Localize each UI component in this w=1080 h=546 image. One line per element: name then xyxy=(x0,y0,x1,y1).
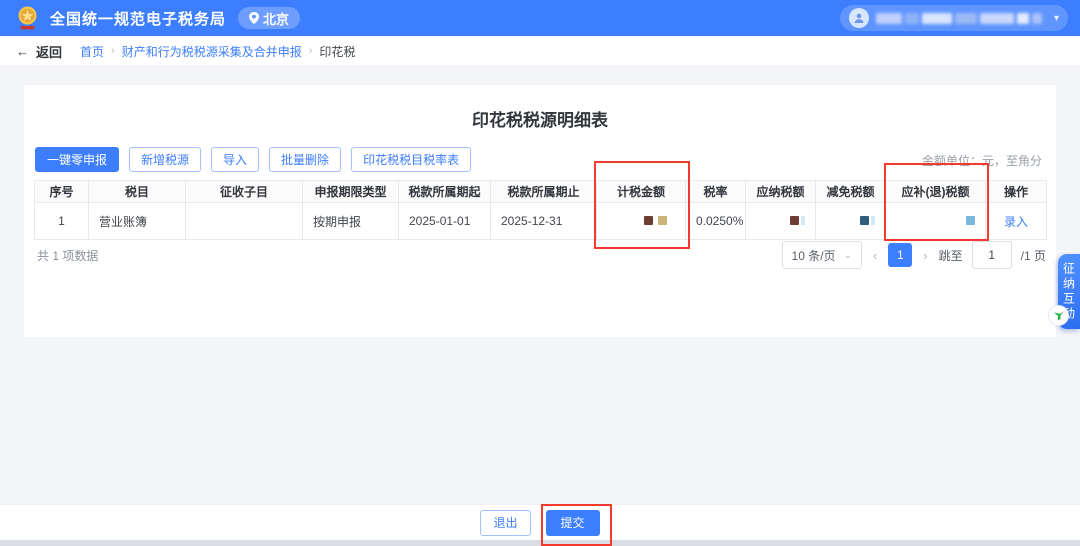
import-button[interactable]: 导入 xyxy=(211,147,259,172)
col-header-tax-rate: 税率 xyxy=(686,181,746,203)
cell-tax-rate: 0.0250% xyxy=(686,203,746,240)
location-badge-label: 北京 xyxy=(263,9,289,28)
table-row: 1 营业账簿 按期申报 2025-01-01 2025-12-31 0.0250… xyxy=(35,203,1047,240)
cell-taxable-amount xyxy=(597,203,686,240)
cell-seq: 1 xyxy=(35,203,89,240)
col-header-taxable-amount: 计税金额 xyxy=(597,181,686,203)
total-pages-label: /1 页 xyxy=(1021,247,1046,264)
cell-sub-item xyxy=(186,203,303,240)
tax-bureau-logo xyxy=(14,5,41,32)
col-header-tax-payable: 应纳税额 xyxy=(746,181,816,203)
cell-action: 录入 xyxy=(986,203,1047,240)
submit-button[interactable]: 提交 xyxy=(546,510,600,536)
enter-data-link[interactable]: 录入 xyxy=(1004,215,1028,229)
col-header-tax-item: 税目 xyxy=(89,181,186,203)
col-header-tax-reduction: 减免税额 xyxy=(816,181,886,203)
add-tax-source-button[interactable]: 新增税源 xyxy=(129,147,201,172)
col-header-period-start: 税款所属期起 xyxy=(399,181,491,203)
col-header-tax-due-refund: 应补(退)税额 xyxy=(886,181,986,203)
batch-delete-button[interactable]: 批量删除 xyxy=(269,147,341,172)
page-title: 印花税税源明细表 xyxy=(24,106,1056,131)
cell-tax-due-refund xyxy=(886,203,986,240)
table-summary: 共 1 项数据 xyxy=(37,243,98,269)
cell-period-start: 2025-01-01 xyxy=(399,203,491,240)
location-badge[interactable]: 北京 xyxy=(238,7,300,29)
page-size-value: 10 条/页 xyxy=(792,247,836,264)
col-header-seq: 序号 xyxy=(35,181,89,203)
chevron-down-icon: ⌄ xyxy=(844,250,852,261)
top-header-bar: 全国统一规范电子税务局 北京 ▾ xyxy=(0,0,1080,36)
caret-down-icon: ▾ xyxy=(1054,13,1059,24)
back-button-label: 返回 xyxy=(36,42,62,61)
breadcrumb-separator: › xyxy=(111,45,115,57)
cell-period-type: 按期申报 xyxy=(303,203,399,240)
breadcrumb: 首页 › 财产和行为税税源采集及合并申报 › 印花税 xyxy=(80,43,355,60)
table-header-row: 序号 税目 征收子目 申报期限类型 税款所属期起 税款所属期止 计税金额 税率 … xyxy=(35,181,1047,203)
page-size-select[interactable]: 10 条/页 ⌄ xyxy=(782,241,862,269)
location-pin-icon xyxy=(249,12,259,24)
breadcrumb-home[interactable]: 首页 xyxy=(80,43,104,60)
prev-page-button[interactable]: ‹ xyxy=(871,248,879,263)
user-name-redacted xyxy=(876,12,1047,25)
user-account-menu[interactable]: ▾ xyxy=(840,5,1068,31)
app-title: 全国统一规范电子税务局 xyxy=(50,8,226,29)
jump-page-input[interactable] xyxy=(972,241,1012,269)
cell-tax-reduction xyxy=(816,203,886,240)
redacted-taxable-amount xyxy=(644,216,667,225)
next-page-button[interactable]: › xyxy=(921,248,929,263)
back-arrow-icon: ← xyxy=(16,44,29,59)
bottom-edge-strip xyxy=(0,540,1080,546)
breadcrumb-separator: › xyxy=(309,45,313,57)
person-icon xyxy=(853,12,865,24)
chat-widget-icon[interactable] xyxy=(1048,305,1069,326)
cell-period-end: 2025-12-31 xyxy=(491,203,597,240)
col-header-period-end: 税款所属期止 xyxy=(491,181,597,203)
col-header-period-type: 申报期限类型 xyxy=(303,181,399,203)
back-button[interactable]: ← 返回 xyxy=(16,42,62,61)
breadcrumb-current: 印花税 xyxy=(319,43,355,60)
one-click-zero-declare-button[interactable]: 一键零申报 xyxy=(35,147,119,172)
breadcrumb-collection[interactable]: 财产和行为税税源采集及合并申报 xyxy=(122,43,302,60)
bottom-action-bar: 退出 提交 xyxy=(0,504,1080,540)
jump-to-label: 跳至 xyxy=(939,247,963,264)
rate-table-button[interactable]: 印花税税目税率表 xyxy=(351,147,471,172)
amount-unit-note: 金额单位：元，至角分 xyxy=(922,152,1042,169)
cell-tax-item: 营业账簿 xyxy=(89,203,186,240)
app-window: 全国统一规范电子税务局 北京 ▾ ← 返回 xyxy=(0,0,1080,546)
redacted-tax-due-refund xyxy=(966,216,975,225)
redacted-tax-payable xyxy=(790,216,805,225)
toolbar: 一键零申报 新增税源 导入 批量删除 印花税税目税率表 xyxy=(35,147,471,172)
col-header-action: 操作 xyxy=(986,181,1047,203)
tax-source-table: 序号 税目 征收子目 申报期限类型 税款所属期起 税款所属期止 计税金额 税率 … xyxy=(34,180,1047,240)
stamp-tax-detail-card: 印花税税源明细表 一键零申报 新增税源 导入 批量删除 印花税税目税率表 金额单… xyxy=(24,85,1056,337)
col-header-sub-item: 征收子目 xyxy=(186,181,303,203)
redacted-tax-reduction xyxy=(860,216,875,225)
breadcrumb-bar: ← 返回 首页 › 财产和行为税税源采集及合并申报 › 印花税 xyxy=(0,36,1080,67)
cell-tax-payable xyxy=(746,203,816,240)
exit-button[interactable]: 退出 xyxy=(480,510,530,536)
page-number-1[interactable]: 1 xyxy=(888,243,912,267)
pagination: 10 条/页 ⌄ ‹ 1 › 跳至 /1 页 xyxy=(782,241,1046,269)
user-avatar xyxy=(849,8,869,28)
